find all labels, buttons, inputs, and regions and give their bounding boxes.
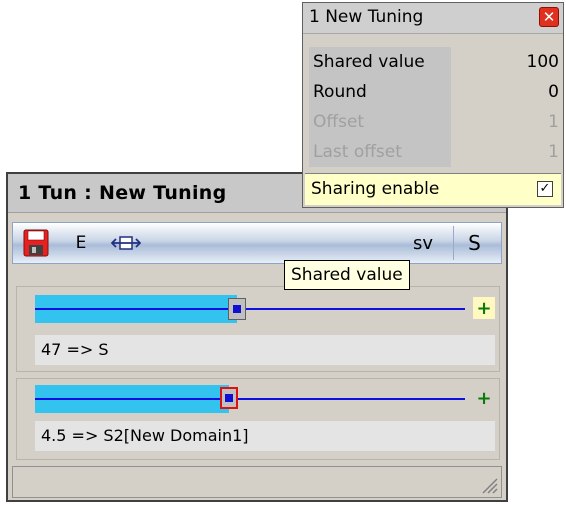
save-button[interactable]	[17, 226, 55, 260]
slider-panel-1: + 47 => S	[16, 286, 500, 372]
prop-row-last-offset: Last offset 1	[307, 137, 563, 167]
slider-1-value: 47 => S	[35, 335, 495, 365]
fit-width-icon	[111, 236, 141, 250]
prop-value[interactable]: 100	[527, 47, 559, 77]
shared-value-button[interactable]: sv	[401, 226, 445, 260]
prop-row-round[interactable]: Round 0	[307, 77, 563, 107]
popup-titlebar[interactable]: 1 New Tuning ✕	[303, 3, 563, 34]
slider-2-thumb-dot	[225, 394, 233, 402]
window-title: 1 Tun : New Tuning	[18, 182, 227, 204]
s-button[interactable]: S	[453, 226, 495, 260]
save-icon	[23, 229, 49, 257]
close-icon: ✕	[542, 8, 556, 26]
popup-title: 1 New Tuning	[309, 7, 424, 27]
tuning-window: 1 Tun : New Tuning E sv S + 47 => S + 4.…	[6, 172, 508, 502]
resize-grip-icon[interactable]	[477, 473, 499, 495]
prop-value[interactable]: 0	[548, 77, 559, 107]
prop-label: Last offset	[309, 137, 451, 167]
status-bar	[12, 466, 502, 498]
prop-row-shared-value[interactable]: Shared value 100	[307, 47, 563, 77]
slider-2-value: 4.5 => S2[New Domain1]	[35, 421, 495, 451]
tuning-properties-popup: 1 New Tuning ✕ Shared value 100 Round 0 …	[302, 2, 564, 208]
sharing-enable-row[interactable]: Sharing enable ✓	[305, 173, 561, 205]
sharing-enable-label: Sharing enable	[311, 179, 440, 199]
prop-label: Shared value	[309, 47, 451, 77]
toolbar: E sv S	[12, 222, 502, 264]
tooltip: Shared value	[284, 260, 410, 290]
edit-button[interactable]: E	[63, 226, 99, 260]
prop-value: 1	[548, 142, 559, 162]
slider-1-thumb-dot	[233, 305, 241, 313]
prop-label: Offset	[309, 107, 451, 137]
slider-2-track[interactable]	[35, 398, 465, 400]
slider-panel-2: + 4.5 => S2[New Domain1]	[16, 378, 500, 460]
prop-label: Round	[309, 77, 451, 107]
slider-2-thumb[interactable]	[220, 387, 238, 409]
fit-width-button[interactable]	[105, 226, 147, 260]
close-button[interactable]: ✕	[539, 7, 559, 27]
prop-row-offset: Offset 1	[307, 107, 563, 137]
slider-1-thumb[interactable]	[228, 298, 246, 320]
prop-value: 1	[548, 112, 559, 132]
slider-1-track[interactable]	[35, 308, 465, 310]
slider-2-add-button[interactable]: +	[473, 387, 495, 409]
slider-1-add-button[interactable]: +	[473, 297, 495, 319]
sharing-enable-checkbox[interactable]: ✓	[537, 181, 553, 197]
